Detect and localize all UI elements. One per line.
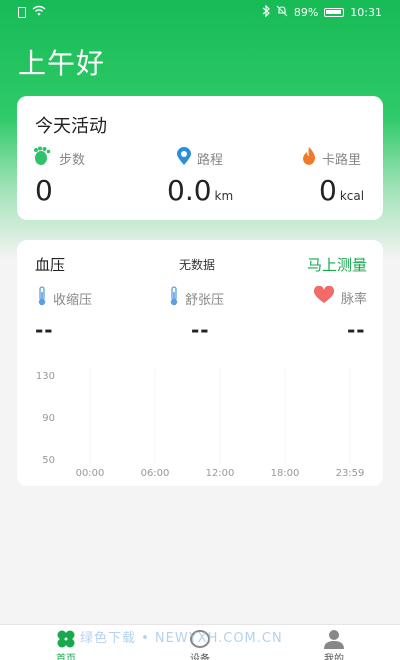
tab-device-label: 设备 (190, 654, 210, 660)
wifi-icon (32, 5, 46, 19)
greeting-title: 上午好 (18, 47, 106, 80)
distance-label-group: 路程 (175, 146, 223, 170)
tab-profile[interactable]: 我的 (304, 629, 364, 660)
x-tick-label: 23:59 (336, 468, 365, 479)
distance-value: 0.0 (167, 174, 212, 207)
x-tick-label: 12:00 (206, 468, 235, 479)
battery-icon (324, 7, 345, 17)
calories-label-group: 卡路里 (300, 146, 361, 170)
user-icon (323, 629, 345, 653)
distance-label: 路程 (197, 152, 224, 168)
activity-title: 今天活动 (35, 116, 107, 137)
y-tick-label: 130 (36, 371, 55, 382)
flame-icon (300, 146, 318, 170)
calories-value-group: 0 kcal (319, 174, 364, 213)
tab-profile-label: 我的 (324, 654, 344, 660)
x-tick-label: 18:00 (271, 468, 300, 479)
diastolic-label: 舒张压 (185, 292, 225, 308)
systolic-label-group: 收缩压 (37, 286, 92, 310)
blood-pressure-card[interactable]: 血压 无数据 马上测量 收缩压 -- 舒张压 -- 脉率 -- 130 90 5… (17, 240, 383, 486)
calories-unit: kcal (339, 189, 365, 203)
systolic-label: 收缩压 (53, 292, 93, 308)
thermometer-icon (37, 286, 47, 310)
battery-percent: 89% (293, 5, 319, 19)
mute-icon (276, 5, 288, 20)
diastolic-value: -- (191, 318, 210, 342)
diastolic-label-group: 舒张压 (169, 286, 224, 310)
bp-status: 无数据 (179, 258, 216, 272)
steps-value: 0 (35, 174, 53, 207)
calories-value: 0 (319, 174, 337, 207)
systolic-value: -- (35, 318, 54, 342)
sim-card-icon (18, 6, 26, 18)
steps-label-group: 步数 (33, 146, 85, 170)
tab-home-label: 首页 (56, 654, 76, 660)
x-tick-label: 06:00 (141, 468, 170, 479)
bp-title: 血压 (35, 256, 66, 274)
thermometer-icon (169, 286, 179, 310)
status-bar: 89% 10:31 (0, 0, 400, 24)
steps-label: 步数 (59, 152, 86, 168)
y-tick-label: 50 (42, 455, 55, 466)
pulse-label: 脉率 (341, 291, 368, 307)
measure-now-button[interactable]: 马上测量 (307, 254, 367, 275)
heart-icon (313, 285, 335, 308)
footprint-icon (33, 146, 55, 170)
y-tick-label: 90 (42, 413, 55, 424)
pulse-value: -- (347, 318, 366, 342)
pulse-label-group: 脉率 (313, 285, 368, 308)
bp-chart: 130 90 50 00:00 06:00 12:00 18:00 23:59 (36, 369, 365, 479)
distance-value-group: 0.0 km (167, 174, 233, 213)
bluetooth-icon (262, 4, 270, 20)
watermark: 绿色下载 • NEWYXH.COM.CN (80, 631, 283, 646)
clover-icon (55, 629, 77, 653)
x-tick-label: 00:00 (76, 468, 105, 479)
calories-label: 卡路里 (322, 152, 362, 168)
location-pin-icon (175, 146, 193, 170)
activity-card[interactable]: 今天活动 步数 0 路程 0.0 km 卡路里 0 kcal (17, 96, 383, 220)
distance-unit: km (214, 189, 234, 203)
clock: 10:31 (350, 5, 382, 19)
